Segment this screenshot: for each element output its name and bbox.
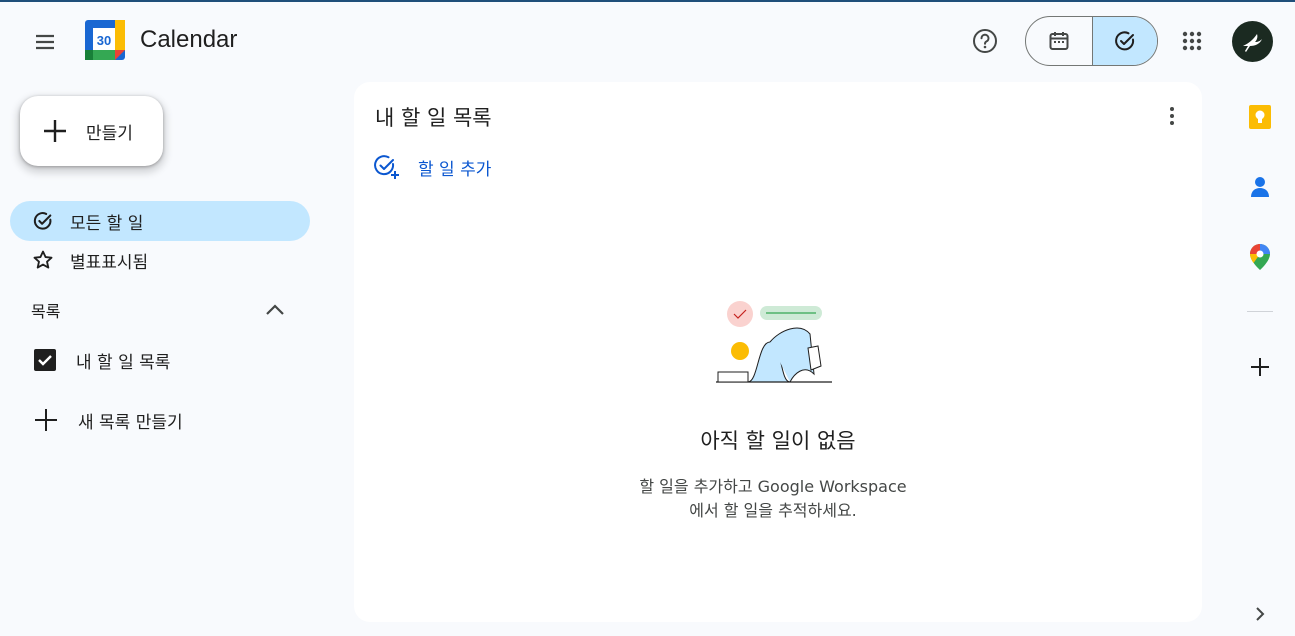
calendar-logo[interactable]: 30 <box>85 20 125 60</box>
side-panel-divider <box>1247 311 1273 312</box>
nav-all-tasks[interactable]: 모든 할 일 <box>10 201 310 241</box>
new-list-button[interactable]: 새 목록 만들기 <box>22 400 302 440</box>
plus-icon <box>44 120 66 142</box>
contacts-button[interactable] <box>1240 167 1280 207</box>
more-options-button[interactable] <box>1152 96 1192 136</box>
empty-state-title: 아직 할 일이 없음 <box>700 429 856 453</box>
tasks-icon <box>1114 31 1134 51</box>
add-task-icon <box>374 155 399 179</box>
add-icon <box>1251 358 1269 376</box>
app-title: Calendar <box>140 26 238 53</box>
nav-starred[interactable]: 별표표시됨 <box>10 240 310 280</box>
account-avatar[interactable] <box>1232 21 1273 62</box>
google-apps-button[interactable] <box>1172 21 1212 61</box>
list-item-label: 내 할 일 목록 <box>76 352 171 373</box>
chevron-up-icon <box>266 304 284 315</box>
maps-icon <box>1250 244 1270 270</box>
check-circle-icon <box>33 212 52 230</box>
lists-section-title: 목록 <box>31 302 61 321</box>
create-button[interactable]: 만들기 <box>20 96 163 166</box>
help-button[interactable] <box>965 21 1005 61</box>
top-border <box>0 0 1295 2</box>
nav-all-tasks-label: 모든 할 일 <box>70 213 144 234</box>
task-list-title: 내 할 일 목록 <box>375 106 492 130</box>
logo-day: 30 <box>97 33 111 48</box>
calendar-icon <box>1049 32 1069 50</box>
help-icon <box>973 29 997 53</box>
keep-button[interactable] <box>1240 97 1280 137</box>
plus-icon <box>35 409 57 431</box>
add-task-label: 할 일 추가 <box>418 159 492 180</box>
get-addons-button[interactable] <box>1240 347 1280 387</box>
more-vert-icon <box>1170 107 1174 125</box>
keep-icon <box>1249 105 1271 129</box>
checkbox-checked-icon[interactable] <box>34 349 56 371</box>
contacts-icon <box>1251 177 1269 197</box>
star-icon <box>33 250 53 269</box>
create-label: 만들기 <box>86 123 133 144</box>
add-task-button[interactable]: 할 일 추가 <box>374 152 491 182</box>
expand-side-panel-button[interactable] <box>1240 594 1280 634</box>
lists-collapse-button[interactable] <box>255 290 295 330</box>
chevron-right-icon <box>1256 607 1265 621</box>
apps-grid-icon <box>1182 31 1202 51</box>
calendar-view-button[interactable] <box>1026 17 1092 65</box>
view-switcher <box>1025 16 1158 66</box>
main-menu-button[interactable] <box>25 22 65 62</box>
nav-starred-label: 별표표시됨 <box>70 252 149 273</box>
task-list-card: 내 할 일 목록 할 일 추가 아직 할 일이 없음 할 일을 추가하고 Goo… <box>354 82 1202 622</box>
menu-icon <box>36 34 54 50</box>
bird-icon <box>1242 33 1262 52</box>
tasks-view-button[interactable] <box>1091 17 1157 65</box>
list-item-my-tasks[interactable]: 내 할 일 목록 <box>22 340 302 380</box>
maps-button[interactable] <box>1240 237 1280 277</box>
empty-state-desc-line2: 에서 할 일을 추적하세요. <box>689 501 857 520</box>
empty-state-desc-line1: 할 일을 추가하고 Google Workspace <box>639 477 907 496</box>
new-list-label: 새 목록 만들기 <box>78 412 183 433</box>
empty-tasks-illustration <box>716 301 832 383</box>
empty-state-description: 할 일을 추가하고 Google Workspace 에서 할 일을 추적하세요… <box>354 475 1192 523</box>
